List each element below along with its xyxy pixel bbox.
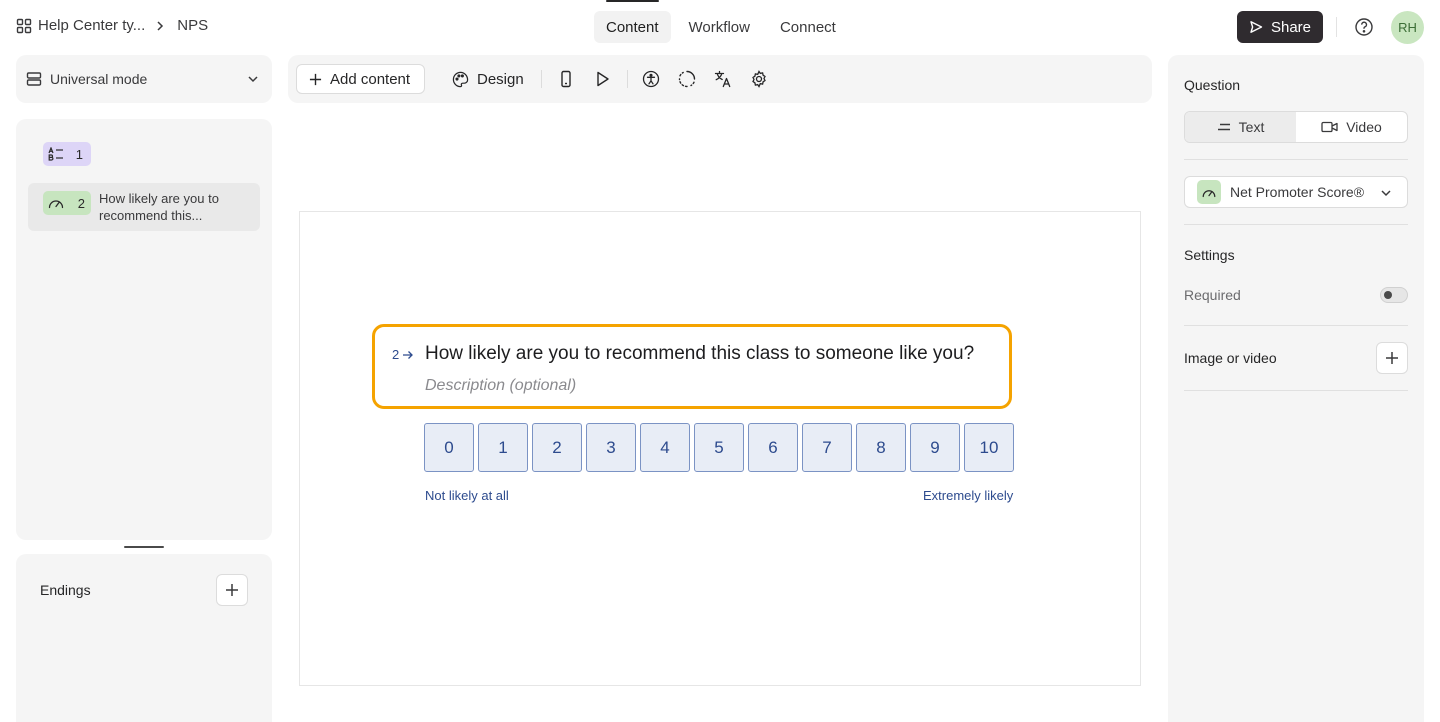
divider [1184, 159, 1408, 160]
translate-icon[interactable] [714, 70, 732, 88]
divider [1184, 325, 1408, 326]
scale-option-9[interactable]: 9 [910, 423, 960, 472]
plus-icon [1386, 352, 1398, 364]
required-toggle[interactable] [1380, 287, 1408, 303]
scale-option-0[interactable]: 0 [424, 423, 474, 472]
accessibility-icon[interactable] [642, 70, 660, 88]
question-type-label: Net Promoter Score® [1230, 184, 1365, 200]
toolbar-divider [627, 70, 628, 88]
endings-panel: Endings [16, 554, 272, 722]
question-description-input[interactable]: Description (optional) [425, 377, 576, 395]
question-settings-panel: Question Text Video Net Promoter Score® … [1168, 55, 1424, 722]
help-icon[interactable] [1354, 17, 1374, 37]
settings-title: Settings [1184, 247, 1235, 263]
chevron-right-icon [157, 20, 164, 31]
question-type-select[interactable]: Net Promoter Score® [1184, 176, 1408, 208]
nps-type-badge [1197, 180, 1221, 204]
video-camera-icon [1321, 121, 1338, 133]
short-text-icon [48, 147, 63, 161]
toolbar-divider [541, 70, 542, 88]
media-option-video-label: Video [1346, 119, 1382, 135]
design-label: Design [477, 70, 524, 88]
media-option-video[interactable]: Video [1296, 112, 1407, 142]
send-icon [1250, 21, 1263, 33]
media-option-text[interactable]: Text [1185, 112, 1296, 142]
gauge-icon [48, 200, 64, 209]
question-number: 2 [77, 195, 85, 211]
arrow-right-icon [403, 350, 414, 359]
text-lines-icon [1217, 123, 1230, 131]
scale-option-4[interactable]: 4 [640, 423, 690, 472]
question-title-input[interactable]: How likely are you to recommend this cla… [425, 343, 974, 365]
breadcrumb: Help Center ty... NPS [16, 17, 208, 34]
question-number: 1 [75, 146, 83, 162]
tab-connect[interactable]: Connect [768, 11, 848, 43]
scale-option-5[interactable]: 5 [694, 423, 744, 472]
question-list-item-2[interactable]: 2 How likely are you to recommend this..… [28, 183, 260, 231]
breadcrumb-workspace[interactable]: Help Center ty... [38, 17, 145, 34]
loading-icon[interactable] [678, 70, 696, 88]
question-number-indicator: 2 [392, 347, 414, 362]
scale-label-left[interactable]: Not likely at all [425, 488, 509, 503]
scale-option-7[interactable]: 7 [802, 423, 852, 472]
design-button[interactable]: Design [452, 64, 524, 94]
question-list-panel: 1 2 How likely are you to recommend this… [16, 119, 272, 540]
question-type-badge: 1 [43, 142, 91, 166]
scale-option-1[interactable]: 1 [478, 423, 528, 472]
tab-workflow[interactable]: Workflow [677, 11, 762, 43]
share-button-label: Share [1270, 18, 1312, 36]
mobile-preview-icon[interactable] [557, 70, 575, 88]
share-button[interactable]: Share [1237, 11, 1323, 43]
scale-label-right[interactable]: Extremely likely [923, 488, 1013, 503]
divider [1336, 17, 1337, 37]
scale-option-3[interactable]: 3 [586, 423, 636, 472]
palette-icon [452, 71, 469, 87]
question-section-title: Question [1184, 77, 1241, 93]
main-nav-tabs: Content Workflow Connect [594, 0, 848, 43]
add-ending-button[interactable] [216, 574, 248, 606]
endings-title: Endings [40, 582, 91, 598]
question-list-item-1[interactable]: 1 [28, 142, 91, 166]
mode-label: Universal mode [50, 71, 148, 87]
add-image-video-button[interactable] [1376, 342, 1408, 374]
question-number: 2 [392, 347, 400, 362]
grid-icon[interactable] [16, 18, 32, 34]
question-type-badge: 2 [43, 191, 91, 215]
scale-option-8[interactable]: 8 [856, 423, 906, 472]
top-bar: Help Center ty... NPS Content Workflow C… [0, 0, 1440, 54]
question-editor[interactable]: 2 How likely are you to recommend this c… [372, 324, 1012, 409]
media-option-text-label: Text [1238, 119, 1265, 135]
layout-rows-icon [26, 72, 42, 86]
mode-selector[interactable]: Universal mode [16, 55, 272, 103]
scale-option-2[interactable]: 2 [532, 423, 582, 472]
play-icon[interactable] [593, 70, 611, 88]
breadcrumb-form[interactable]: NPS [177, 17, 208, 34]
settings-icon[interactable] [750, 70, 768, 88]
add-content-label: Add content [330, 70, 411, 88]
plus-icon [309, 73, 322, 85]
plus-icon [226, 584, 238, 596]
scale-option-10[interactable]: 10 [964, 423, 1014, 472]
scale-option-6[interactable]: 6 [748, 423, 798, 472]
resize-handle[interactable] [124, 546, 164, 548]
question-list-item-label: How likely are you to recommend this... [99, 191, 219, 223]
chevron-down-icon [248, 76, 258, 83]
required-label: Required [1184, 287, 1241, 303]
divider [1184, 390, 1408, 391]
avatar[interactable]: RH [1391, 11, 1424, 44]
media-type-toggle: Text Video [1184, 111, 1408, 143]
editor-toolbar: Add content Design [288, 55, 1152, 103]
divider [1184, 224, 1408, 225]
nps-scale: 0 1 2 3 4 5 6 7 8 9 10 [424, 423, 1014, 472]
add-content-button[interactable]: Add content [296, 64, 425, 94]
chevron-down-icon [1381, 190, 1391, 197]
image-video-label: Image or video [1184, 350, 1277, 366]
tab-content[interactable]: Content [594, 0, 671, 43]
gauge-icon [1202, 189, 1216, 197]
